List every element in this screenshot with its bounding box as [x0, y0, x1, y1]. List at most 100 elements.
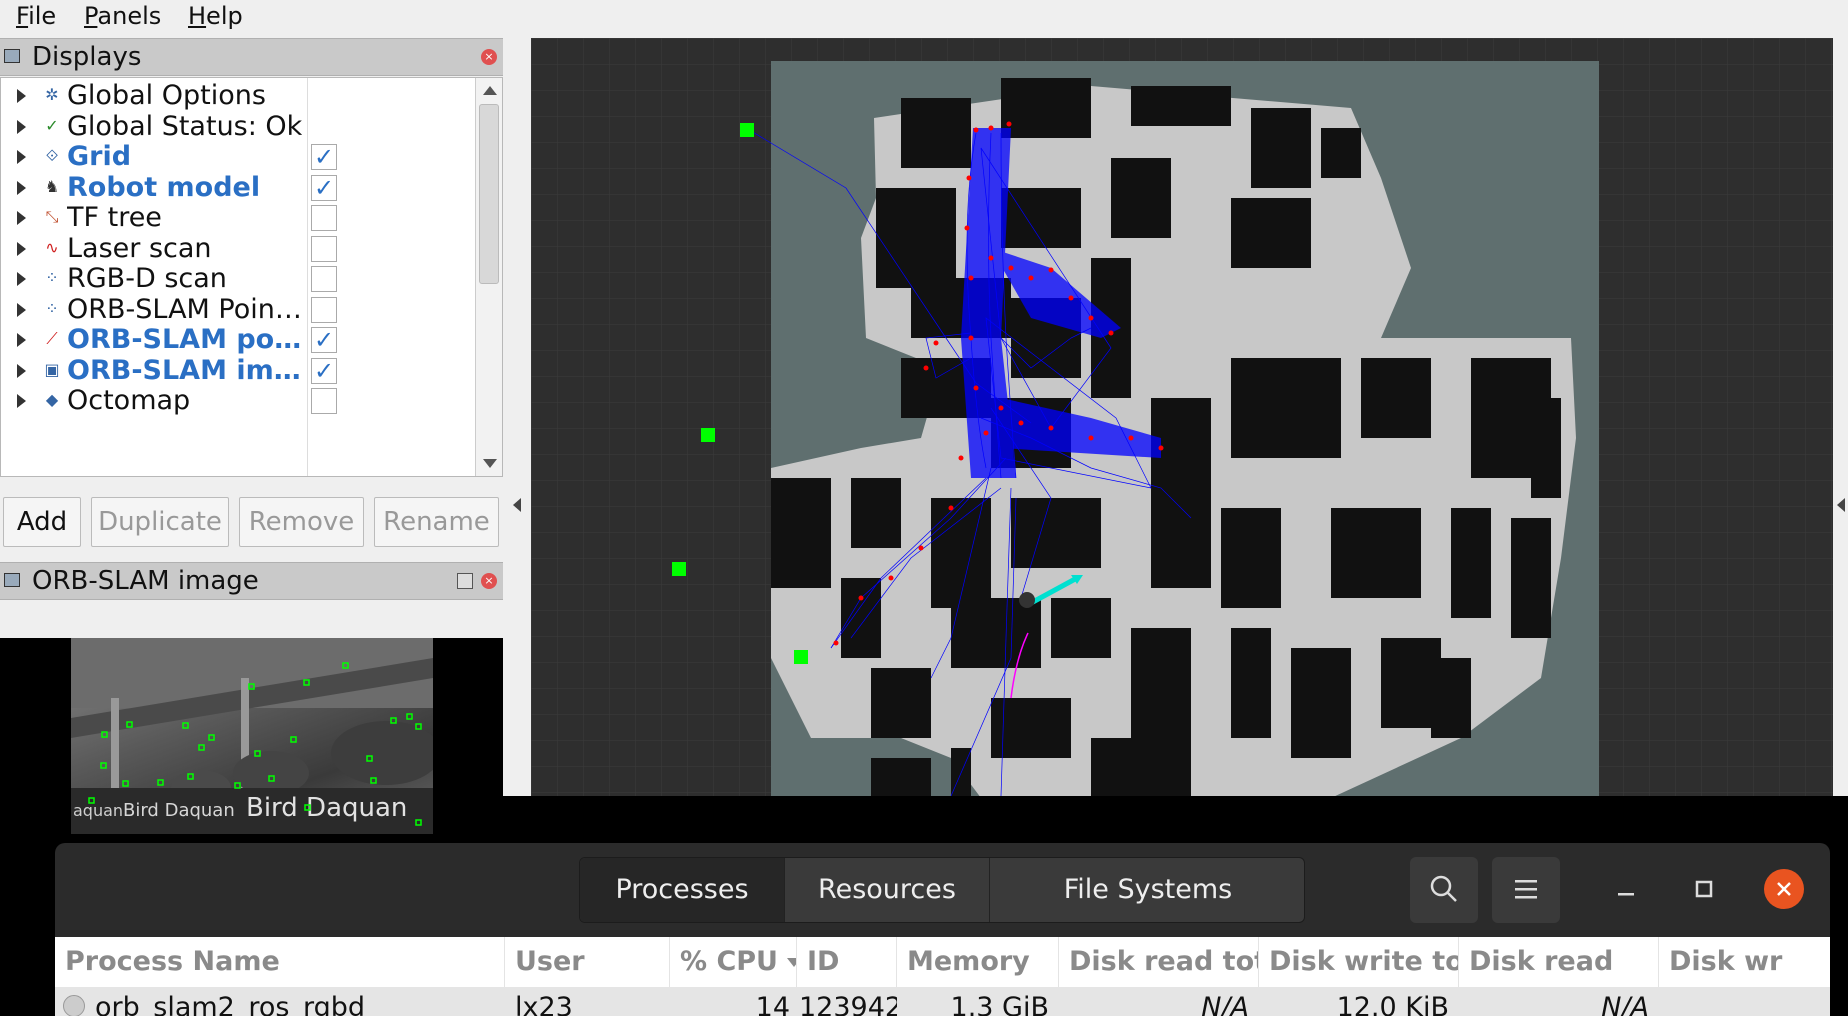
tab-resources[interactable]: Resources: [785, 858, 990, 922]
displays-close-button[interactable]: ×: [481, 49, 497, 65]
display-enabled-checkbox[interactable]: [311, 296, 337, 323]
row-id: 1239423: [799, 992, 897, 1016]
expand-arrow-icon[interactable]: [17, 363, 26, 378]
search-icon: [1430, 875, 1457, 902]
maximize-button[interactable]: [1684, 869, 1724, 909]
display-enabled-checkbox[interactable]: [311, 205, 337, 231]
display-item-label: ORB-SLAM pose: [67, 324, 307, 355]
image-close-button[interactable]: ×: [481, 573, 497, 589]
expand-arrow-icon[interactable]: [17, 302, 26, 317]
process-icon: [63, 995, 85, 1016]
row-disk-read-total: N/A: [1201, 992, 1249, 1016]
expand-arrow-icon[interactable]: [17, 180, 26, 195]
minimize-button[interactable]: [1605, 869, 1645, 909]
left-splitter[interactable]: [503, 38, 531, 796]
display-enabled-checkbox[interactable]: [311, 235, 337, 262]
octomap-icon: ◆: [45, 390, 59, 409]
right-splitter[interactable]: [1833, 38, 1848, 796]
row-memory: 1.3 GiB: [950, 992, 1049, 1016]
scroll-down-icon[interactable]: [483, 459, 497, 468]
image-title-bar: ORB-SLAM image ×: [0, 562, 503, 600]
col-user[interactable]: User: [505, 937, 670, 987]
row-disk-write-total: 12.0 KiB: [1336, 992, 1449, 1016]
expand-arrow-icon[interactable]: [17, 333, 26, 347]
display-item-label: ORB-SLAM Poin…: [67, 293, 302, 325]
display-enabled-checkbox[interactable]: ✓: [311, 357, 337, 384]
display-item-label: RGB-D scan: [67, 263, 227, 294]
display-enabled-checkbox[interactable]: ✓: [311, 144, 337, 170]
system-monitor-window: Processes Resources File Systems Process…: [55, 843, 1830, 1016]
display-item-label: Laser scan: [67, 232, 212, 264]
col-process-name[interactable]: Process Name: [55, 937, 505, 987]
expand-arrow-icon[interactable]: [17, 241, 26, 256]
col-cpu[interactable]: % CPU: [670, 937, 797, 987]
col-memory[interactable]: Memory: [897, 937, 1059, 987]
pointcloud-icon: ⁘: [45, 268, 59, 287]
pose-arrow-icon: ⟋: [46, 329, 58, 348]
collapse-left-icon[interactable]: [513, 498, 521, 512]
expand-arrow-icon[interactable]: [17, 150, 26, 164]
display-enabled-checkbox[interactable]: [311, 388, 337, 414]
image-panel-title: ORB-SLAM image: [32, 566, 259, 596]
sign-text-large: Bird Daquan: [246, 793, 407, 823]
add-button[interactable]: Add: [3, 497, 81, 547]
col-disk-write[interactable]: Disk wr: [1659, 937, 1830, 987]
view-switcher: Processes Resources File Systems: [579, 857, 1305, 923]
display-item-label: Octomap: [67, 385, 191, 416]
col-disk-read-total[interactable]: Disk read tota: [1059, 937, 1259, 987]
gear-icon: ✲: [45, 85, 59, 104]
pointcloud-icon: ⁘: [45, 298, 59, 318]
display-enabled-checkbox[interactable]: [311, 266, 337, 292]
expand-arrow-icon[interactable]: [17, 272, 26, 286]
checkmark-icon: ✓: [45, 115, 59, 135]
col-id[interactable]: ID: [797, 937, 897, 987]
sign-text-small: Bird Daquan: [123, 800, 235, 821]
displays-title: Displays: [32, 42, 142, 72]
display-enabled-checkbox[interactable]: ✓: [311, 174, 337, 201]
sign-text-small-left: aquan: [73, 801, 123, 820]
col-disk-read[interactable]: Disk read: [1459, 937, 1659, 987]
menu-panels[interactable]: Panels: [82, 2, 163, 30]
col-disk-write-total[interactable]: Disk write tot: [1259, 937, 1459, 987]
maximize-icon: [1695, 880, 1713, 898]
display-item-label: Global Status: Ok: [67, 110, 303, 142]
robot-icon: ♞: [44, 176, 60, 196]
tab-file-systems[interactable]: File Systems: [990, 858, 1304, 922]
remove-button[interactable]: Remove: [239, 497, 364, 547]
table-row[interactable]: orb_slam2_ros_rgbd lx23 14 1239423 1.3 G…: [55, 987, 1830, 1016]
display-enabled-checkbox[interactable]: ✓: [311, 327, 337, 353]
expand-arrow-icon[interactable]: [17, 211, 26, 225]
rename-button[interactable]: Rename: [374, 497, 499, 547]
display-item-label: Grid: [67, 141, 132, 172]
map-canvas: [531, 38, 1833, 796]
minimize-icon: [1618, 893, 1634, 896]
vertical-scrollbar[interactable]: [475, 78, 502, 476]
display-item[interactable]: ◆ Octomap: [1, 383, 475, 419]
row-cpu: 14: [755, 992, 790, 1016]
image-icon: ▣: [44, 359, 60, 379]
close-window-button[interactable]: [1764, 869, 1804, 909]
scrollbar-thumb[interactable]: [479, 104, 499, 284]
tab-processes[interactable]: Processes: [580, 858, 785, 922]
row-disk-read: N/A: [1601, 992, 1649, 1016]
menu-help[interactable]: Help: [186, 2, 245, 30]
image-panel: aquan Bird Daquan Bird Daquan: [0, 638, 503, 834]
collapse-right-icon[interactable]: [1837, 498, 1845, 512]
grid-icon: ⟐: [45, 146, 59, 165]
image-icon: [4, 573, 20, 587]
menu-button[interactable]: [1492, 857, 1560, 923]
menu-file[interactable]: File: [14, 2, 58, 30]
sort-descending-icon: [787, 958, 796, 967]
expand-arrow-icon[interactable]: [17, 119, 26, 134]
expand-arrow-icon[interactable]: [17, 394, 26, 408]
displays-tree: ✲ Global Options ✓ Global Status: Ok ⟐ Grid ✓ ♞…: [0, 77, 503, 477]
row-process-name: orb_slam2_ros_rgbd: [95, 992, 365, 1016]
3d-render-view[interactable]: [531, 38, 1833, 796]
search-button[interactable]: [1410, 857, 1478, 923]
camera-scene: aquan Bird Daquan Bird Daquan: [71, 638, 433, 834]
expand-arrow-icon[interactable]: [17, 89, 26, 103]
scroll-up-icon[interactable]: [483, 86, 497, 95]
left-dock: Displays × ✲ Global Options ✓ Global Status…: [0, 38, 503, 834]
duplicate-button[interactable]: Duplicate: [91, 497, 229, 547]
undock-button[interactable]: [457, 573, 473, 589]
